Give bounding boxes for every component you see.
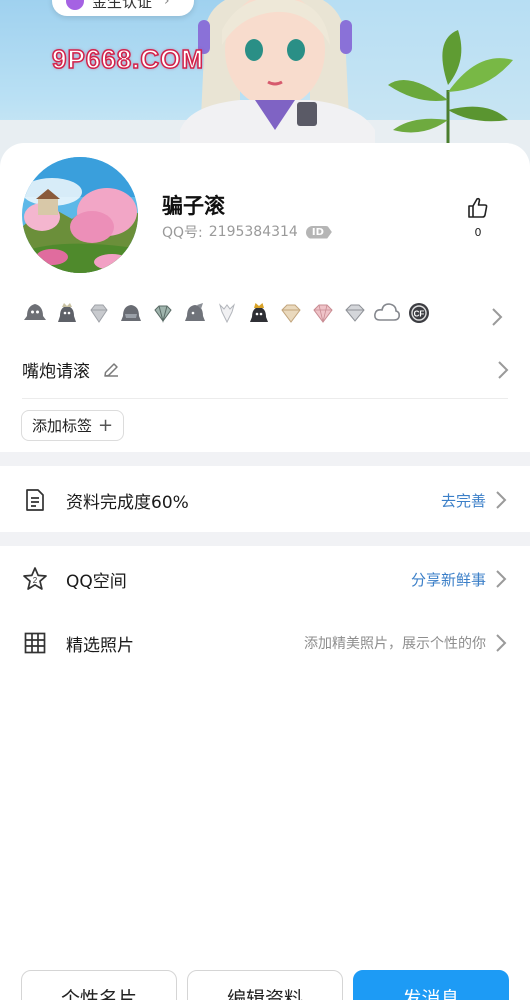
cf-badge-icon: CF [404,300,433,326]
chevron-right-icon[interactable] [490,306,504,328]
id-badge: ID [305,225,332,239]
nickname: 骗子滚 [162,194,225,218]
section-gap [0,532,530,546]
diamond-teal-badge-icon [148,300,177,326]
add-photos-text: 添加精美照片，展示个性的你 [304,636,486,652]
like-count: 0 [474,226,482,239]
completion-label: 资料完成度60% [66,492,189,513]
avatar-landscape-image [22,157,138,273]
section-gap [0,452,530,466]
penguin-gold-crown-badge-icon [244,300,273,326]
share-news-link[interactable]: 分享新鲜事 [411,568,508,590]
add-tag-button[interactable]: 添加标签 + [21,410,125,441]
penguin-gray-badge-icon [20,300,49,326]
verify-label: 金生认证 [92,0,153,11]
divider [22,398,508,399]
send-message-label: 发消息 [402,988,460,1000]
personal-card-label: 个性名片 [60,988,137,1000]
cloud-badge-icon [372,300,401,326]
thumbs-up-icon [468,197,488,218]
star-icon: 2 [22,566,48,592]
diamond-gray-badge-icon [84,300,113,326]
badge-list[interactable]: CF [20,300,433,326]
diamond-white-badge-icon [212,300,241,326]
chevron-right-icon [496,570,507,588]
qzone-row[interactable]: 2 QQ空间 分享新鲜事 [0,547,530,611]
like-button[interactable]: 0 [462,196,494,239]
signature-row[interactable]: 嘴炮请滚 [22,357,512,382]
send-message-button[interactable]: 发消息 [353,970,509,1000]
verification-pill[interactable]: 金生认证 › [52,0,194,16]
plus-icon: + [98,414,114,436]
qq-number-row[interactable]: QQ号: 2195384314 ID [162,222,332,242]
penguin-gray-badge-icon [180,300,209,326]
bottom-action-bar: 个性名片 编辑资料 发消息 [0,970,530,1000]
qq-number-label: QQ号: [162,225,203,241]
svg-text:2: 2 [33,576,38,585]
document-icon [22,487,48,513]
add-photos-link[interactable]: 添加精美照片，展示个性的你 [304,632,508,654]
qq-number-value: 2195384314 [208,224,298,240]
potted-plant [388,30,513,150]
grid-icon [22,630,48,656]
signature-text: 嘴炮请滚 [22,362,90,382]
diamond-silver-badge-icon [340,300,369,326]
personal-card-button[interactable]: 个性名片 [21,970,177,1000]
profile-completion-row[interactable]: 资料完成度60% 去完善 [0,468,530,532]
edit-profile-button[interactable]: 编辑资料 [187,970,343,1000]
featured-photos-row[interactable]: 精选照片 添加精美照片，展示个性的你 [0,611,530,675]
avatar[interactable] [20,155,140,275]
add-tag-label: 添加标签 [32,417,93,435]
chevron-right-icon [498,360,509,379]
watermark-text: 9P668.COM [51,43,205,75]
diamond-gold-badge-icon [276,300,305,326]
chevron-right-icon [496,634,507,652]
svg-text:CF: CF [413,310,424,319]
edit-pencil-icon[interactable] [102,361,120,379]
chevron-right-icon [496,491,507,509]
diamond-pink-badge-icon [308,300,337,326]
complete-profile-text: 去完善 [440,491,486,510]
penguin-crown-badge-icon [52,300,81,326]
chevron-right-icon: › [164,0,170,9]
verify-badge-icon [66,0,84,10]
qzone-label: QQ空间 [66,571,127,592]
complete-profile-link[interactable]: 去完善 [441,489,508,511]
edit-profile-label: 编辑资料 [226,988,303,1000]
featured-photos-label: 精选照片 [66,635,134,656]
penguin-gray-badge-icon [116,300,145,326]
share-news-text: 分享新鲜事 [410,570,486,589]
